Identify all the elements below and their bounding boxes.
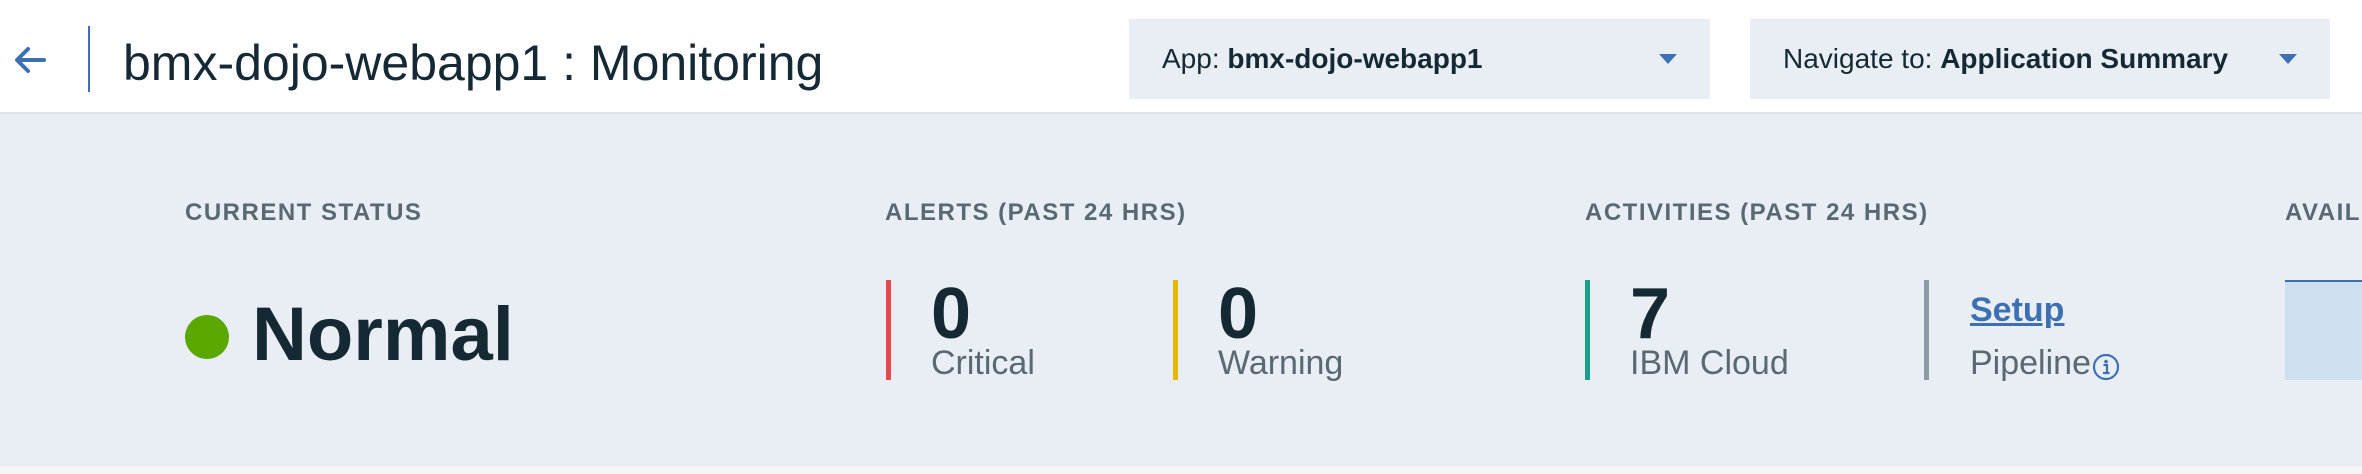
app-dropdown-label: App: xyxy=(1162,43,1228,74)
header-divider xyxy=(88,26,90,92)
panel-bottom-border xyxy=(0,466,2362,474)
current-status-heading: CURRENT STATUS xyxy=(185,199,423,226)
navigate-dropdown-label: Navigate to: xyxy=(1783,43,1941,74)
activities-heading: ACTIVITIES (PAST 24 HRS) xyxy=(1585,199,1929,226)
current-status-value: Normal xyxy=(252,292,514,377)
warning-label: Warning xyxy=(1218,344,1344,382)
warning-count: 0 xyxy=(1218,274,1259,354)
ibm-cloud-label: IBM Cloud xyxy=(1630,344,1789,382)
alerts-heading: ALERTS (PAST 24 HRS) xyxy=(885,199,1187,226)
warning-indicator-bar xyxy=(1173,280,1178,380)
info-circle-icon[interactable] xyxy=(2092,353,2120,381)
caret-down-icon xyxy=(2279,54,2297,64)
app-dropdown-value: bmx-dojo-webapp1 xyxy=(1227,43,1483,74)
critical-indicator-bar xyxy=(886,280,891,380)
page-header: bmx-dojo-webapp1 : Monitoring App: bmx-d… xyxy=(0,0,2362,114)
critical-label: Critical xyxy=(931,344,1035,382)
status-indicator-icon xyxy=(185,315,229,359)
summary-panel: CURRENT STATUS Normal ALERTS (PAST 24 HR… xyxy=(0,114,2362,466)
navigate-dropdown-value: Application Summary xyxy=(1940,43,2229,74)
ibm-cloud-count: 7 xyxy=(1630,274,1671,354)
back-button[interactable] xyxy=(10,40,50,80)
pipeline-label: Pipeline xyxy=(1970,344,2091,382)
pipeline-indicator-bar xyxy=(1924,280,1929,380)
pipeline-setup-link[interactable]: Setup xyxy=(1970,290,2064,330)
availability-heading: AVAIL xyxy=(2285,199,2361,226)
availability-chart xyxy=(2285,280,2362,380)
arrow-left-icon xyxy=(15,47,46,73)
page-title: bmx-dojo-webapp1 : Monitoring xyxy=(123,35,824,91)
app-dropdown[interactable]: App: bmx-dojo-webapp1 xyxy=(1129,19,1710,99)
caret-down-icon xyxy=(1659,54,1677,64)
critical-count: 0 xyxy=(931,274,972,354)
ibm-cloud-indicator-bar xyxy=(1585,280,1590,380)
navigate-to-dropdown[interactable]: Navigate to: Application Summary xyxy=(1750,19,2330,99)
